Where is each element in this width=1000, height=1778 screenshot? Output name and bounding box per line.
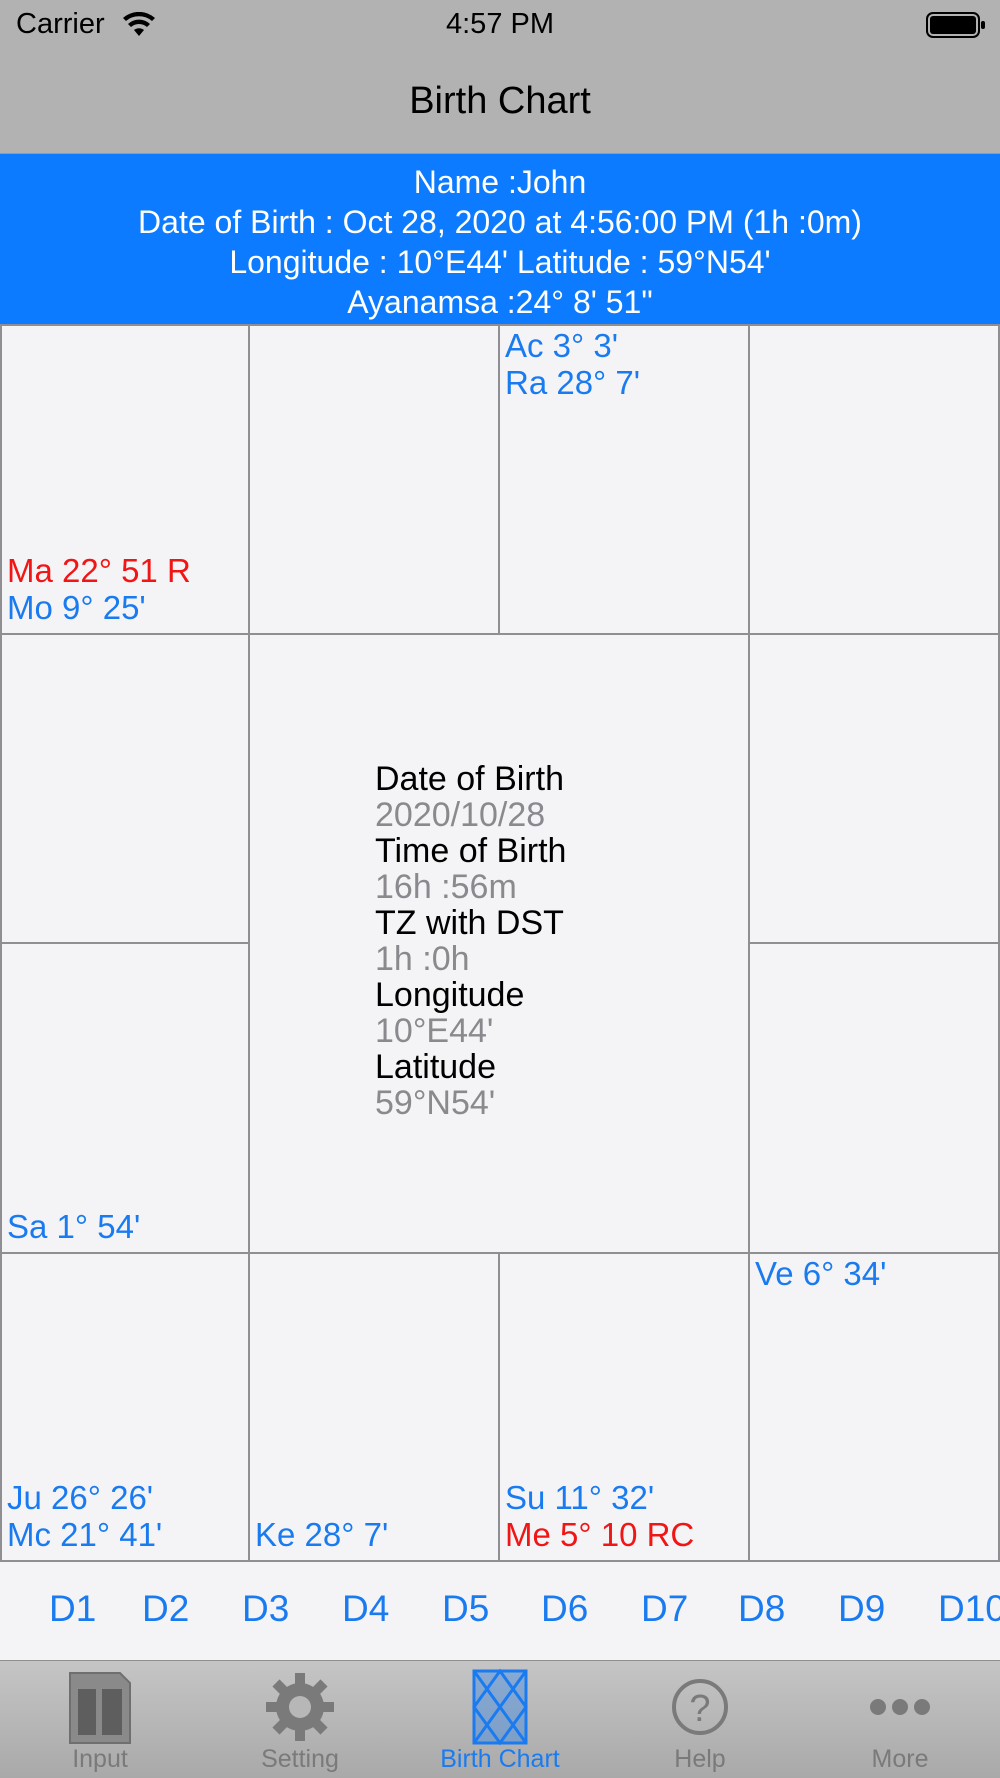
planet-position: Me 5° 10 RC	[505, 1516, 695, 1553]
tab-input[interactable]: Input	[0, 1661, 200, 1778]
input-icon	[69, 1672, 131, 1744]
chart-house-cell[interactable]: Ju 26° 26' Mc 21° 41'	[0, 1252, 250, 1562]
chart-house-cell[interactable]: Sa 1° 54'	[0, 942, 250, 1254]
page-title: Birth Chart	[409, 80, 591, 122]
division-button-d2[interactable]: D2	[142, 1588, 189, 1630]
planet-position: Ma 22° 51 R	[7, 552, 191, 589]
chart-house-cell[interactable]	[748, 942, 1000, 1254]
planet-list: Sa 1° 54'	[7, 1208, 140, 1245]
division-button-d7[interactable]: D7	[641, 1588, 688, 1630]
chart-house-cell[interactable]: Su 11° 32' Me 5° 10 RC	[498, 1252, 750, 1562]
tab-label: Help	[674, 1745, 726, 1773]
date-of-birth-line: Date of Birth : Oct 28, 2020 at 4:56:00 …	[138, 204, 862, 240]
battery-icon	[926, 12, 985, 38]
chart-house-cell[interactable]	[248, 324, 500, 635]
division-button-d5[interactable]: D5	[442, 1588, 489, 1630]
chart-house-cell[interactable]: Ma 22° 51 R Mo 9° 25'	[0, 324, 250, 635]
chart-house-cell[interactable]	[0, 633, 250, 944]
tab-more[interactable]: More	[800, 1661, 1000, 1778]
planet-position: Su 11° 32'	[505, 1479, 655, 1516]
tob-value: 16h :56m	[375, 868, 517, 906]
timezone-value: 1h :0h	[375, 940, 470, 978]
help-icon: ?	[672, 1679, 728, 1735]
status-bar: Carrier 4:57 PM	[0, 0, 1000, 50]
dob-value: 2020/10/28	[375, 796, 546, 834]
division-button-d9[interactable]: D9	[838, 1588, 885, 1630]
division-button-d4[interactable]: D4	[342, 1588, 389, 1630]
chart-house-cell[interactable]	[748, 633, 1000, 944]
chart-house-cell[interactable]: Ve 6° 34'	[748, 1252, 1000, 1562]
division-button-d6[interactable]: D6	[541, 1588, 588, 1630]
tab-label: Setting	[261, 1745, 339, 1773]
planet-list: Ve 6° 34'	[755, 1255, 886, 1292]
planet-list: Ke 28° 7'	[255, 1516, 388, 1553]
divisional-chart-selector: D1 D2 D3 D4 D5 D6 D7 D8 D9 D10	[0, 1562, 1000, 1660]
birth-details: Date of Birth 2020/10/28 Time of Birth 1…	[375, 761, 566, 1121]
navigation-bar: Birth Chart	[0, 50, 1000, 154]
more-icon	[870, 1699, 930, 1715]
planet-list: Ma 22° 51 R Mo 9° 25'	[7, 552, 191, 626]
chart-house-cell[interactable]	[748, 324, 1000, 635]
planet-position: Ac 3° 3'	[505, 327, 619, 364]
chart-house-cell[interactable]: Ke 28° 7'	[248, 1252, 500, 1562]
division-button-d3[interactable]: D3	[242, 1588, 289, 1630]
dob-label: Date of Birth	[375, 760, 564, 798]
tab-birth-chart[interactable]: Birth Chart	[400, 1661, 600, 1778]
planet-list: Ac 3° 3' Ra 28° 7'	[505, 327, 640, 401]
chart-grid-icon	[472, 1668, 528, 1746]
planet-position: Sa 1° 54'	[7, 1208, 141, 1245]
longitude-value: 10°E44'	[375, 1012, 494, 1050]
planet-position: Mo 9° 25'	[7, 589, 146, 626]
division-button-d8[interactable]: D8	[738, 1588, 785, 1630]
ayanamsa-line: Ayanamsa :24° 8' 51"	[347, 284, 653, 320]
location-line: Longitude : 10°E44' Latitude : 59°N54'	[229, 244, 771, 280]
tob-label: Time of Birth	[375, 832, 567, 870]
birth-info-banner: Name :John Date of Birth : Oct 28, 2020 …	[0, 154, 1000, 324]
birth-chart-grid: Ma 22° 51 R Mo 9° 25' Ac 3° 3' Ra 28° 7'…	[0, 324, 1000, 1562]
tab-label: More	[871, 1745, 929, 1773]
tab-label: Input	[72, 1745, 128, 1773]
planet-position: Ra 28° 7'	[505, 364, 641, 401]
planet-position: Ke 28° 7'	[255, 1516, 389, 1553]
latitude-label: Latitude	[375, 1048, 496, 1086]
status-time: 4:57 PM	[446, 8, 554, 40]
planet-list: Ju 26° 26' Mc 21° 41'	[7, 1479, 162, 1553]
tab-label: Birth Chart	[440, 1745, 560, 1773]
timezone-label: TZ with DST	[375, 904, 564, 942]
planet-list: Su 11° 32' Me 5° 10 RC	[505, 1479, 694, 1553]
tab-bar: Input Setting Birth Chart ? Help More	[0, 1660, 1000, 1778]
tab-setting[interactable]: Setting	[200, 1661, 400, 1778]
gear-icon	[266, 1673, 334, 1741]
longitude-label: Longitude	[375, 976, 525, 1014]
planet-position: Ve 6° 34'	[755, 1255, 887, 1292]
latitude-value: 59°N54'	[375, 1084, 496, 1122]
tab-help[interactable]: ? Help	[600, 1661, 800, 1778]
svg-text:?: ?	[689, 1688, 710, 1730]
chart-house-cell[interactable]: Ac 3° 3' Ra 28° 7'	[498, 324, 750, 635]
name-line: Name :John	[413, 164, 587, 200]
division-button-d1[interactable]: D1	[49, 1588, 96, 1630]
division-button-d10[interactable]: D10	[938, 1588, 1000, 1630]
planet-position: Ju 26° 26'	[7, 1479, 154, 1516]
planet-position: Mc 21° 41'	[7, 1516, 163, 1553]
